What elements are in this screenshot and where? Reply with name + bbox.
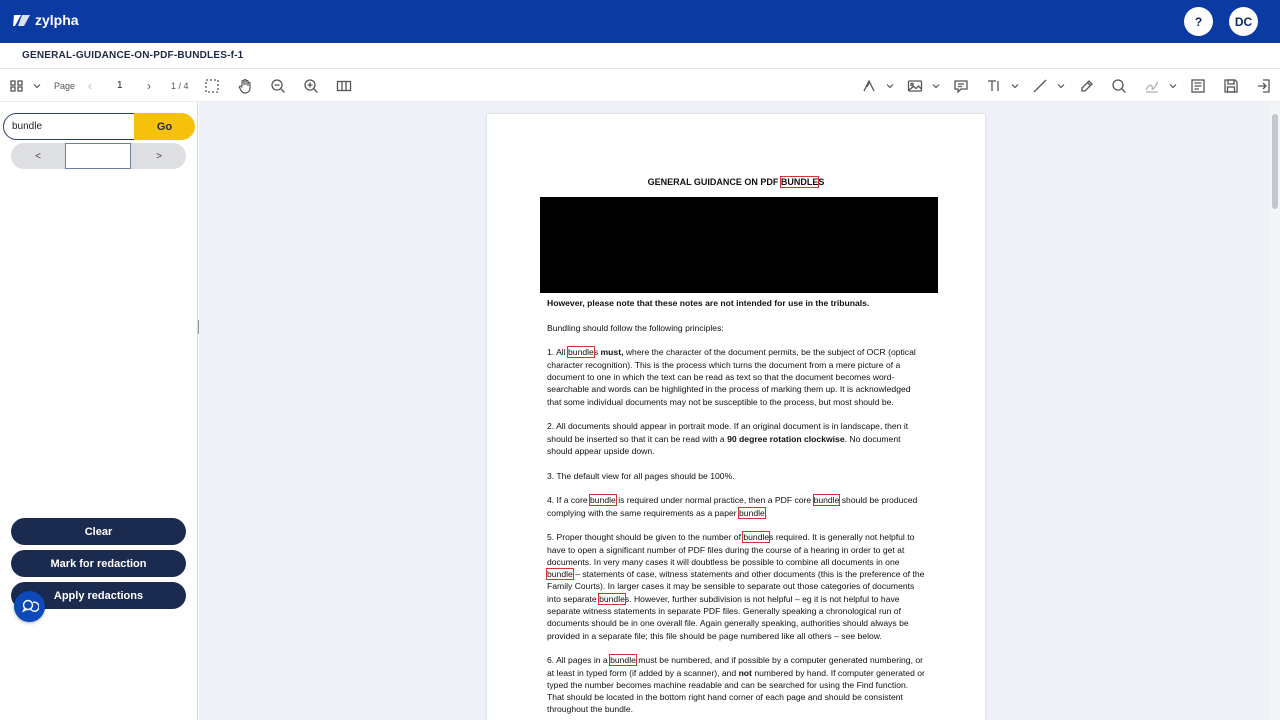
document-title: GENERAL GUIDANCE ON PDF BUNDLES [487,176,985,188]
search-input[interactable]: bundle [3,113,136,140]
search-hit[interactable]: bundle [598,592,626,605]
form-fields-icon[interactable] [1190,77,1206,94]
bold-text: not [738,667,752,678]
search-sidebar: bundle Go < > Clear Mark for redaction A… [0,102,198,720]
exit-icon[interactable] [1256,77,1272,94]
chat-button[interactable] [14,591,45,622]
logo-icon [13,15,30,26]
edit-pencil-icon[interactable] [1079,77,1095,94]
grid-view-chevron-down-icon[interactable] [33,77,41,94]
search-hit[interactable]: bundle [567,346,595,359]
paragraph-5: 5. Proper thought should be given to the… [546,531,927,642]
text-chevron-down-icon[interactable] [1011,77,1019,94]
app-logo[interactable]: zylpha [13,12,79,28]
title-text: GENERAL GUIDANCE ON PDF [647,177,781,187]
redaction-box[interactable] [540,197,938,293]
document-page: GENERAL GUIDANCE ON PDF BUNDLES However,… [487,114,985,720]
document-body: However, please note that these notes ar… [546,297,927,720]
ink-chevron-down-icon[interactable] [886,77,894,94]
paragraph-1: 1. All bundles must, where the character… [547,346,927,407]
result-index-field[interactable] [65,143,131,169]
next-page-button[interactable]: › [147,77,151,94]
text-run: 1. All [547,347,569,358]
user-avatar[interactable]: DC [1229,7,1258,36]
title-suffix: S [818,177,825,187]
signature-icon[interactable] [1144,77,1160,94]
marquee-select-icon[interactable] [204,77,220,94]
intro-paragraph: Bundling should follow the following pri… [547,322,724,333]
file-name: GENERAL-GUIDANCE-ON-PDF-BUNDLES-f-1 [22,50,244,61]
file-bar: GENERAL-GUIDANCE-ON-PDF-BUNDLES-f-1 [0,43,1280,69]
prev-result-button[interactable]: < [11,143,65,169]
line-tool-icon[interactable] [1032,77,1048,94]
search-hit[interactable]: bundle [546,568,574,581]
two-page-view-icon[interactable] [336,77,352,94]
save-icon[interactable] [1223,77,1239,94]
search-hit[interactable]: bundle [742,531,771,544]
clear-button[interactable]: Clear [11,518,186,545]
search-icon[interactable] [1111,77,1127,94]
line-chevron-down-icon[interactable] [1057,77,1065,94]
viewer-toolbar: Page ‹ 1 › 1 / 4 [0,69,1280,102]
text-run: 6. All pages in a [547,655,611,666]
text-run: . [764,507,768,518]
app-header: zylpha ? DC [0,0,1280,43]
mark-for-redaction-button[interactable]: Mark for redaction [11,550,186,577]
text-run: 5. Proper thought should be given to the… [547,532,744,543]
paragraph-3: 3. The default view for all pages should… [547,470,735,481]
text-tool-icon[interactable] [986,77,1002,94]
text-run: is required under normal practice, then … [615,495,814,506]
viewer-scrollbar[interactable] [1270,102,1280,720]
bold-text: 90 degree rotation clockwise [727,433,845,444]
signature-chevron-down-icon[interactable] [1169,77,1177,94]
chat-bubbles-icon [21,599,39,612]
zoom-in-icon[interactable] [303,77,319,94]
search-hit[interactable]: bundle [589,494,617,507]
text-run: s [593,347,601,358]
search-hit[interactable]: bundle [609,654,637,667]
document-viewer: GENERAL GUIDANCE ON PDF BUNDLES However,… [199,102,1270,720]
paragraph-4: 4. If a core bundle is required under no… [547,494,927,519]
zoom-out-icon[interactable] [270,77,286,94]
ink-pen-icon[interactable] [861,77,877,94]
notice-paragraph: However, please note that these notes ar… [547,298,870,308]
image-icon[interactable] [907,77,923,94]
search-hit[interactable]: bundle [738,506,766,519]
prev-page-button[interactable]: ‹ [88,77,92,94]
page-label: Page [54,80,76,91]
comment-icon[interactable] [953,77,969,94]
next-result-button[interactable]: > [132,143,186,169]
search-hit[interactable]: bundle [812,494,841,507]
grid-view-icon[interactable] [9,77,25,94]
bold-text: must, [600,347,624,358]
paragraph-6: 6. All pages in a bundle must be numbere… [547,654,927,715]
pan-hand-icon[interactable] [237,77,253,94]
page-number-input[interactable]: 1 [117,77,123,94]
help-button[interactable]: ? [1184,7,1213,36]
search-result-nav: < > [11,143,186,169]
go-button[interactable]: Go [134,113,195,140]
scrollbar-thumb[interactable] [1272,114,1278,209]
app-name: zylpha [35,12,79,28]
page-total: 1 / 4 [171,80,189,91]
text-run: 4. If a core [547,495,590,506]
image-chevron-down-icon[interactable] [932,77,940,94]
search-hit[interactable]: BUNDLE [779,176,820,188]
paragraph-2: 2. All documents should appear in portra… [547,420,927,457]
